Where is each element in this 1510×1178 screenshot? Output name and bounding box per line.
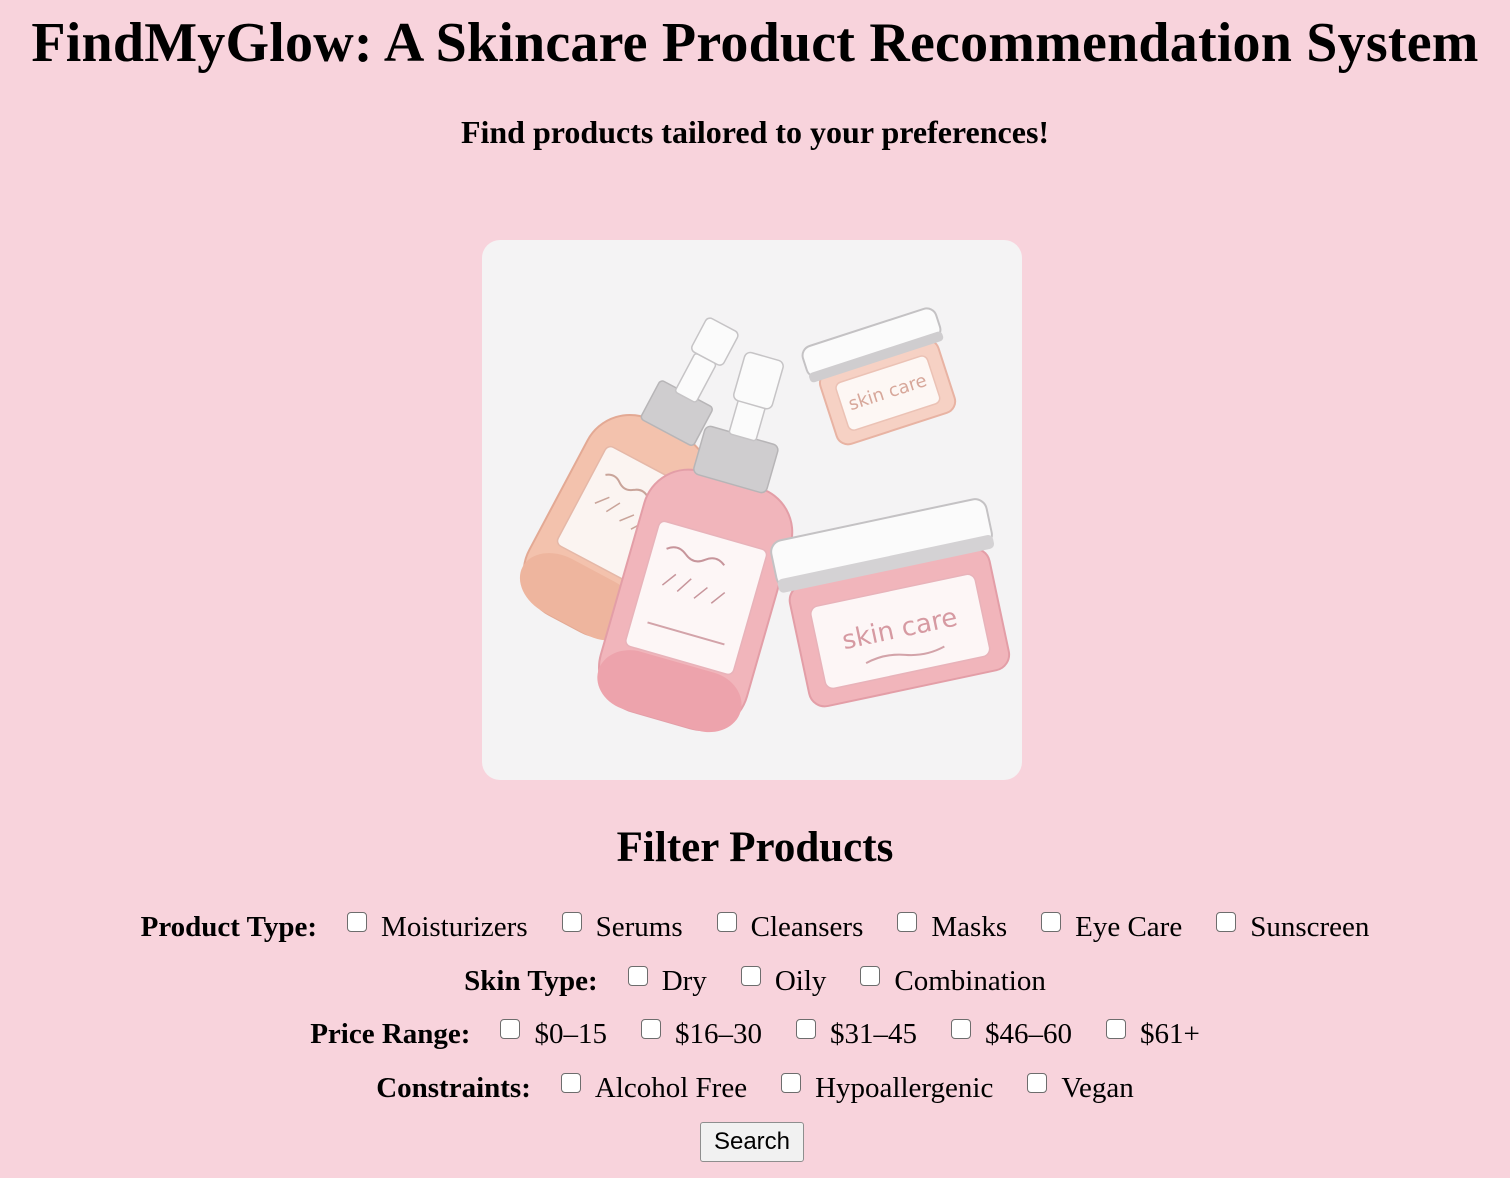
option-label: $46–60 (984, 1018, 1072, 1050)
checkbox-hypoallergenic[interactable] (781, 1073, 802, 1093)
skincare-products-illustration: skin care skin care (519, 307, 1011, 733)
option-cleansers[interactable]: Cleansers (716, 907, 864, 947)
checkbox-price-0-15[interactable] (500, 1019, 521, 1039)
option-label: Hypoallergenic (815, 1072, 994, 1104)
checkbox-serums[interactable] (561, 912, 582, 932)
option-price-31-45[interactable]: $31–45 (795, 1014, 917, 1054)
checkbox-price-46-60[interactable] (950, 1019, 971, 1039)
option-label: Serums (595, 911, 683, 943)
checkbox-combination[interactable] (860, 966, 881, 986)
option-moisturizers[interactable]: Moisturizers (347, 907, 528, 947)
option-combination[interactable]: Combination (860, 961, 1046, 1001)
checkbox-dry[interactable] (627, 966, 648, 986)
checkbox-eye-care[interactable] (1041, 912, 1062, 932)
option-label: Alcohol Free (594, 1072, 748, 1104)
checkbox-vegan[interactable] (1027, 1073, 1048, 1093)
option-price-46-60[interactable]: $46–60 (950, 1014, 1072, 1054)
option-label: $0–15 (534, 1018, 607, 1050)
option-price-61-plus[interactable]: $61+ (1105, 1014, 1200, 1054)
option-alcohol-free[interactable]: Alcohol Free (560, 1068, 748, 1108)
constraints-row: Constraints: Alcohol Free Hypoallergenic… (0, 1068, 1510, 1108)
page-subtitle: Find products tailored to your preferenc… (460, 114, 1050, 150)
option-label: $61+ (1139, 1018, 1200, 1050)
option-label: Combination (894, 965, 1046, 997)
option-label: Dry (661, 965, 707, 997)
option-hypoallergenic[interactable]: Hypoallergenic (781, 1068, 993, 1108)
option-label: Eye Care (1075, 911, 1183, 943)
option-label: Masks (931, 911, 1008, 943)
product-type-row: Product Type: Moisturizers Serums Cleans… (0, 907, 1510, 947)
checkbox-sunscreen[interactable] (1216, 912, 1237, 932)
option-label: $16–30 (674, 1018, 762, 1050)
price-range-label: Price Range: (310, 1018, 471, 1050)
option-price-16-30[interactable]: $16–30 (640, 1014, 762, 1054)
option-vegan[interactable]: Vegan (1027, 1068, 1134, 1108)
skin-type-label: Skin Type: (464, 965, 598, 997)
option-price-0-15[interactable]: $0–15 (500, 1014, 607, 1054)
hero-illustration: skin care skin care (482, 240, 1022, 780)
option-dry[interactable]: Dry (627, 961, 707, 1001)
filter-heading: Filter Products (616, 824, 894, 871)
checkbox-cleansers[interactable] (716, 912, 737, 932)
option-label: Cleansers (750, 911, 864, 943)
option-label: Sunscreen (1250, 911, 1370, 943)
option-masks[interactable]: Masks (897, 907, 1007, 947)
checkbox-moisturizers[interactable] (347, 912, 368, 932)
skin-type-row: Skin Type: Dry Oily Combination (0, 961, 1510, 1001)
search-button[interactable]: Search (700, 1122, 804, 1162)
option-eye-care[interactable]: Eye Care (1041, 907, 1182, 947)
option-label: Vegan (1061, 1072, 1134, 1104)
page: FindMyGlow: A Skincare Product Recommend… (0, 0, 1510, 1178)
option-sunscreen[interactable]: Sunscreen (1216, 907, 1369, 947)
constraints-label: Constraints: (376, 1072, 531, 1104)
checkbox-price-16-30[interactable] (640, 1019, 661, 1039)
checkbox-price-31-45[interactable] (795, 1019, 816, 1039)
option-label: $31–45 (829, 1018, 917, 1050)
large-cream-jar: skin care (770, 498, 1011, 708)
option-oily[interactable]: Oily (740, 961, 827, 1001)
small-cream-jar: skin care (801, 307, 957, 446)
product-type-label: Product Type: (140, 911, 318, 943)
checkbox-alcohol-free[interactable] (560, 1073, 581, 1093)
option-label: Moisturizers (381, 911, 528, 943)
page-title: FindMyGlow: A Skincare Product Recommend… (31, 12, 1479, 74)
checkbox-price-61-plus[interactable] (1105, 1019, 1126, 1039)
option-serums[interactable]: Serums (561, 907, 683, 947)
checkbox-masks[interactable] (897, 912, 918, 932)
checkbox-oily[interactable] (740, 966, 761, 986)
price-range-row: Price Range: $0–15 $16–30 $31–45 $46–60 … (0, 1014, 1510, 1054)
option-label: Oily (774, 965, 827, 997)
